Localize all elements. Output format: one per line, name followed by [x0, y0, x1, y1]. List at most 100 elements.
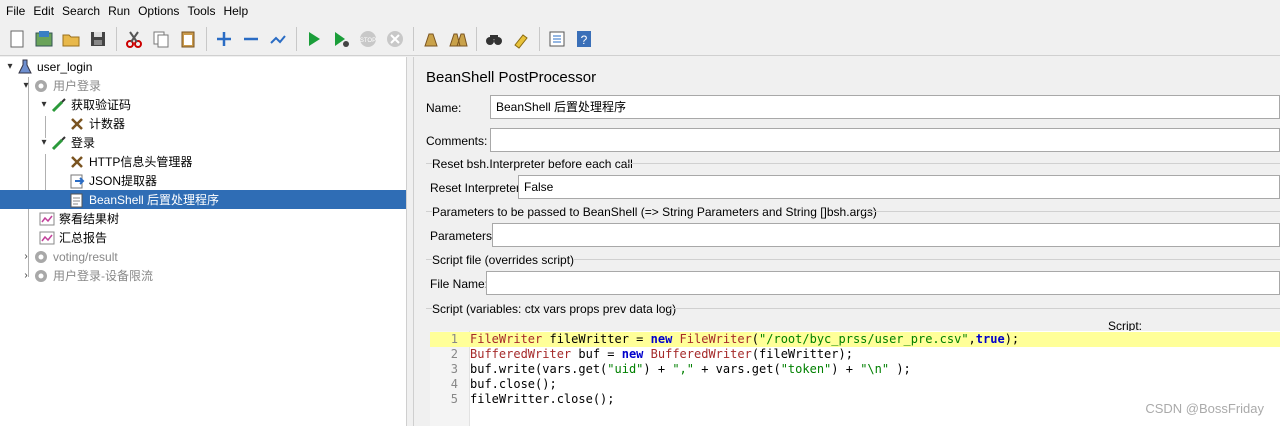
code-line: 3 buf.write(vars.get("uid") + "," + vars.… [430, 362, 1280, 377]
reset-interpreter-label: Reset Interpreter: [430, 181, 524, 195]
panel-title: BeanShell PostProcessor [426, 69, 597, 86]
thread-group-icon [32, 249, 50, 265]
function-helper-icon[interactable] [544, 26, 570, 52]
tree-item-label: user_login [37, 59, 93, 74]
toolbar-separator [116, 26, 117, 51]
watermark: CSDN @BossFriday [1145, 401, 1264, 416]
open-icon[interactable] [58, 26, 84, 52]
copy-icon[interactable] [148, 26, 174, 52]
split-pane-divider[interactable] [406, 57, 414, 426]
toolbar-separator [413, 26, 414, 51]
chevron-right-icon[interactable]: › [20, 270, 32, 282]
tree-item[interactable]: HTTP信息头管理器 [0, 152, 406, 171]
chevron-right-icon[interactable]: › [20, 251, 32, 263]
config-tool-icon [68, 154, 86, 170]
reset-interpreter-select[interactable]: False [518, 175, 1280, 199]
reset-search-icon[interactable] [508, 26, 534, 52]
line-number: 2 [450, 347, 458, 361]
name-label: Name: [426, 101, 462, 115]
listener-icon [38, 211, 56, 227]
chevron-down-icon[interactable]: ▾ [20, 80, 32, 92]
tree-item-label: voting/result [53, 249, 118, 264]
line-number: 4 [450, 377, 458, 391]
tree-item-label: 察看结果树 [59, 212, 120, 226]
section-border [668, 308, 1280, 309]
toolbar-separator [206, 26, 207, 51]
collapse-icon[interactable] [238, 26, 264, 52]
menu-tools[interactable]: Tools [183, 0, 219, 22]
clear-all-icon[interactable] [445, 26, 471, 52]
cut-icon[interactable] [121, 26, 147, 52]
templates-icon[interactable] [31, 26, 57, 52]
start-icon[interactable] [301, 26, 327, 52]
sampler-icon [50, 97, 68, 113]
tree-item[interactable]: 计数器 [0, 114, 406, 133]
listener-icon [38, 230, 56, 246]
shutdown-icon[interactable] [382, 26, 408, 52]
name-field[interactable]: BeanShell 后置处理程序 [490, 95, 1280, 119]
start-no-pause-icon[interactable] [328, 26, 354, 52]
script-section-title: Script (variables: ctx vars props prev d… [432, 302, 677, 316]
tree-item-selected[interactable]: BeanShell 后置处理程序 [0, 190, 406, 209]
menu-run[interactable]: Run [104, 0, 134, 22]
toggle-icon[interactable] [265, 26, 291, 52]
comments-field[interactable] [490, 128, 1280, 152]
menu-file[interactable]: File [2, 0, 29, 22]
menu-bar: File Edit Search Run Options Tools Help [0, 0, 1280, 22]
tree-item[interactable]: ▾ 登录 [0, 133, 406, 152]
tree-item-label: 登录 [71, 136, 96, 150]
paste-icon[interactable] [175, 26, 201, 52]
search-icon[interactable] [481, 26, 507, 52]
stop-icon[interactable]: STOP [355, 26, 381, 52]
tree-item[interactable]: JSON提取器 [0, 171, 406, 190]
expand-icon[interactable] [211, 26, 237, 52]
clear-icon[interactable] [418, 26, 444, 52]
menu-edit[interactable]: Edit [29, 0, 58, 22]
parameters-label: Parameters: [430, 229, 496, 243]
file-name-field[interactable] [486, 271, 1280, 295]
tree-item[interactable]: ▾ 获取验证码 [0, 95, 406, 114]
script-icon [68, 192, 86, 208]
toolbar-separator [476, 26, 477, 51]
menu-help[interactable]: Help [219, 0, 252, 22]
chevron-down-icon[interactable]: ▾ [4, 61, 16, 73]
save-icon[interactable] [85, 26, 111, 52]
tree-item[interactable]: 察看结果树 [0, 209, 406, 228]
menu-options[interactable]: Options [134, 0, 183, 22]
tree-item[interactable]: › voting/result [0, 247, 406, 266]
code-line: 2 BufferedWriter buf = new BufferedWriter… [430, 347, 1280, 362]
tree-item-label: 获取验证码 [71, 98, 132, 112]
chevron-down-icon[interactable]: ▾ [38, 99, 50, 111]
tree-item[interactable]: 汇总报告 [0, 228, 406, 247]
tree-item[interactable]: › 用户登录-设备限流 [0, 266, 406, 285]
file-name-label: File Name: [430, 277, 489, 291]
postprocessor-icon [68, 173, 86, 189]
tree-item-label: HTTP信息头管理器 [89, 155, 193, 169]
section-border [574, 259, 1280, 260]
file-section-title: Script file (overrides script) [432, 253, 575, 267]
help-icon[interactable]: ? [571, 26, 597, 52]
toolbar-separator [539, 26, 540, 51]
tree-item-label: BeanShell 后置处理程序 [89, 193, 220, 207]
chevron-down-icon[interactable]: ▾ [38, 137, 50, 149]
line-number: 5 [450, 392, 458, 406]
code-line: 4 buf.close(); [430, 377, 1280, 392]
tree-item-label: 用户登录 [53, 79, 102, 93]
menu-search[interactable]: Search [58, 0, 104, 22]
toolbar: STOP ? [0, 22, 1280, 56]
thread-group-icon [32, 268, 50, 284]
svg-text:?: ? [581, 33, 588, 47]
toolbar-separator [296, 26, 297, 51]
tree-item-label: 用户登录-设备限流 [53, 269, 153, 283]
tree-item[interactable]: ▾ user_login [0, 57, 406, 76]
line-number: 1 [450, 332, 458, 346]
test-plan-icon [16, 59, 34, 75]
params-section-title: Parameters to be passed to BeanShell (=>… [432, 205, 877, 219]
test-plan-tree: ▾ user_login ▾ 用户登录 ▾ 获取验证码 计数器 ▾ 登录 HTT… [0, 57, 406, 426]
new-icon[interactable] [4, 26, 30, 52]
tree-item-label: JSON提取器 [89, 174, 158, 188]
tree-item[interactable]: ▾ 用户登录 [0, 76, 406, 95]
parameters-field[interactable] [492, 223, 1280, 247]
comments-label: Comments: [426, 134, 488, 148]
reset-section-title: Reset bsh.Interpreter before each call [432, 157, 633, 171]
